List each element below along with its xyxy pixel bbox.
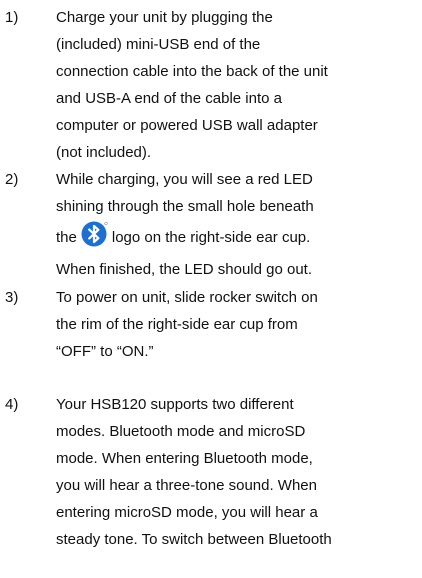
text-line: steady tone. To switch between Bluetooth — [56, 531, 332, 548]
instruction-page: 1) Charge your unit by plugging the (inc… — [0, 0, 422, 578]
text-line: and USB-A end of the cable into a — [56, 90, 282, 107]
text-line: connection cable into the back of the un… — [56, 63, 328, 80]
text-line: mode. When entering Bluetooth mode, — [56, 450, 313, 467]
item-text: Your HSB120 supports two different modes… — [56, 391, 418, 553]
item-text: Charge your unit by plugging the (includ… — [56, 4, 418, 166]
text-line: modes. Bluetooth mode and microSD — [56, 423, 306, 440]
text-line: “OFF” to “ON.” — [56, 343, 154, 360]
text-line: you will hear a three-tone sound. When — [56, 477, 317, 494]
text-line: Your HSB120 supports two different — [56, 396, 294, 413]
item-number: 3) — [5, 289, 19, 306]
text-line: computer or powered USB wall adapter — [56, 117, 318, 134]
text-line: shining through the small hole beneath — [56, 198, 314, 215]
text-line: While charging, you will see a red LED — [56, 171, 313, 188]
text-line: entering microSD mode, you will hear a — [56, 504, 318, 521]
text-line: (not included). — [56, 144, 152, 161]
item-text: To power on unit, slide rocker switch on… — [56, 284, 418, 365]
text-after-logo: logo on the right-side ear cup. — [111, 229, 311, 246]
item-number: 1) — [5, 9, 19, 26]
logo-text-line: the logo on the right-side ear cup. — [56, 220, 418, 256]
item-text: While charging, you will see a red LED s… — [56, 166, 418, 283]
item-number: 4) — [5, 396, 19, 413]
text-line: (included) mini-USB end of the — [56, 36, 261, 53]
text-before-logo: the — [56, 229, 77, 246]
text-line: When finished, the LED should go out. — [56, 261, 312, 278]
text-line: To power on unit, slide rocker switch on — [56, 289, 318, 306]
text-line: Charge your unit by plugging the — [56, 9, 273, 26]
item-number: 2) — [5, 171, 19, 188]
text-line: the rim of the right-side ear cup from — [56, 316, 298, 333]
